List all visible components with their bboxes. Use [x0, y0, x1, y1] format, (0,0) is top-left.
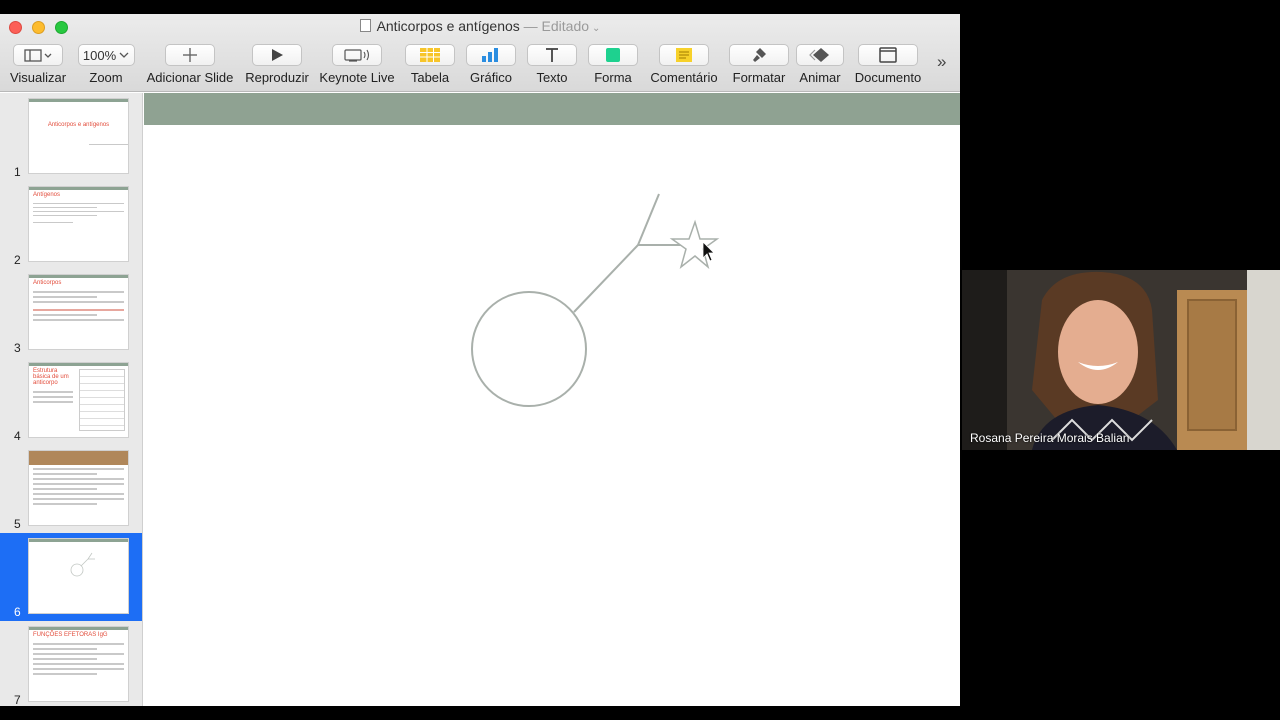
keynote-live-icon: [332, 44, 382, 66]
table-label: Tabela: [410, 70, 450, 85]
play-button[interactable]: Reproduzir: [245, 44, 309, 85]
slide-number: 6: [14, 605, 21, 619]
zoom-control[interactable]: 100% Zoom: [77, 44, 135, 85]
slide-drawing[interactable]: [144, 93, 960, 706]
keynote-window: Anticorpos e antígenos — Editado ⌄ Visual…: [0, 14, 960, 706]
keynote-document-icon: [359, 19, 371, 32]
comment-label: Comentário: [650, 70, 718, 85]
format-button[interactable]: Formatar: [729, 44, 789, 85]
window-title-bar: Anticorpos e antígenos — Editado ⌄: [0, 18, 960, 34]
text-label: Texto: [536, 70, 568, 85]
plus-icon: [165, 44, 215, 66]
shape-icon: [588, 44, 638, 66]
slide-thumb-image: Anticorpos: [28, 274, 129, 350]
slide-thumb-image: FUNÇÕES EFETORAS IgG: [28, 626, 129, 702]
slide-number: 7: [14, 693, 21, 706]
chevron-down-icon: [119, 52, 129, 58]
slide-thumb-title: Estrutura básica de um anticorpo: [33, 368, 69, 386]
document-label: Documento: [854, 70, 922, 85]
slide-thumb-image: [28, 450, 129, 526]
slide-thumbnail-7[interactable]: FUNÇÕES EFETORAS IgG 7: [0, 621, 142, 706]
slide-number: 3: [14, 341, 21, 355]
slide-thumb-title: FUNÇÕES EFETORAS IgG: [33, 632, 108, 638]
webcam-video-feed: [962, 270, 1280, 450]
slide-thumb-image: [28, 538, 129, 614]
table-icon: [405, 44, 455, 66]
antigen-circle-shape[interactable]: [471, 291, 587, 407]
slide-thumbnail-4[interactable]: Estrutura básica de um anticorpo 4: [0, 357, 142, 445]
animate-icon: [796, 44, 844, 66]
view-label: Visualizar: [9, 70, 67, 85]
format-brush-icon: [729, 44, 789, 66]
chart-label: Gráfico: [470, 70, 512, 85]
shape-button[interactable]: Forma: [588, 44, 638, 85]
window-toolbar: Anticorpos e antígenos — Editado ⌄ Visual…: [0, 14, 960, 92]
view-button[interactable]: Visualizar: [8, 44, 68, 85]
zoom-label: Zoom: [89, 70, 123, 85]
slide-number: 2: [14, 253, 21, 267]
document-title: Anticorpos e antígenos: [376, 18, 520, 34]
chart-button[interactable]: Gráfico: [466, 44, 516, 85]
edited-status: — Editado: [523, 18, 590, 34]
keynote-live-label: Keynote Live: [319, 70, 395, 85]
animate-button[interactable]: Animar: [796, 44, 844, 85]
participant-video: Rosana Pereira Morais Balian: [962, 270, 1280, 450]
chart-icon: [466, 44, 516, 66]
slide-number: 5: [14, 517, 21, 531]
toolbar-overflow-button[interactable]: »: [937, 52, 946, 72]
zoom-value: 100%: [82, 47, 117, 63]
slide-navigator: Anticorpos e antígenos 1 Antígenos 2 Ant…: [0, 93, 143, 706]
format-label: Formatar: [732, 70, 786, 85]
add-slide-button[interactable]: Adicionar Slide: [146, 44, 234, 85]
document-button[interactable]: Documento: [852, 44, 924, 85]
keynote-live-button[interactable]: Keynote Live: [318, 44, 396, 85]
play-label: Reproduzir: [245, 70, 309, 85]
table-button[interactable]: Tabela: [405, 44, 455, 85]
slide-thumbnail-6[interactable]: 6: [0, 533, 142, 621]
slide-number: 1: [14, 165, 21, 179]
slide-canvas[interactable]: [144, 93, 960, 706]
play-icon: [252, 44, 302, 66]
text-icon: [527, 44, 577, 66]
comment-icon: [659, 44, 709, 66]
slide-thumb-image: Anticorpos e antígenos: [28, 98, 129, 174]
slide-thumbnail-1[interactable]: Anticorpos e antígenos 1: [0, 93, 142, 181]
slide-thumb-image: Estrutura básica de um anticorpo: [28, 362, 129, 438]
slide-thumb-title: Antígenos: [33, 192, 61, 198]
animate-label: Animar: [799, 70, 841, 85]
chevron-down-icon[interactable]: ⌄: [592, 23, 600, 34]
add-slide-label: Adicionar Slide: [146, 70, 234, 85]
slide-thumbnail-5[interactable]: 5: [0, 445, 142, 533]
slide-thumbnail-2[interactable]: Antígenos 2: [0, 181, 142, 269]
zoom-dropdown[interactable]: 100%: [77, 44, 135, 66]
comment-button[interactable]: Comentário: [648, 44, 720, 85]
slide-thumb-title: Anticorpos: [33, 280, 62, 286]
antibody-stem-line[interactable]: [573, 244, 639, 313]
slide-number: 4: [14, 429, 21, 443]
slide-thumb-title: Anticorpos e antígenos: [47, 122, 110, 128]
antibody-arm-upper-line[interactable]: [637, 193, 660, 246]
shape-label: Forma: [594, 70, 632, 85]
participant-name: Rosana Pereira Morais Balian: [970, 431, 1130, 445]
slide-thumb-image: Antígenos: [28, 186, 129, 262]
sidebar-view-icon: [13, 44, 63, 66]
text-button[interactable]: Texto: [527, 44, 577, 85]
document-icon: [858, 44, 918, 66]
slide-thumbnail-3[interactable]: Anticorpos 3: [0, 269, 142, 357]
